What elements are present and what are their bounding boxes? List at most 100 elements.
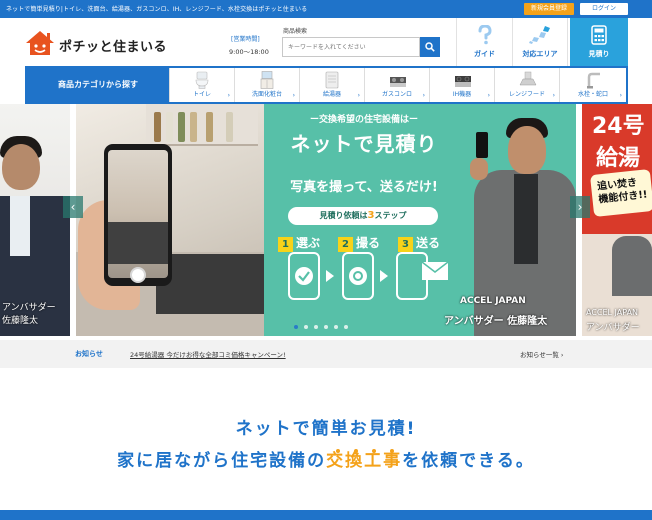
carousel-dot[interactable] [344,325,348,329]
gas-stove-icon [389,71,406,89]
category-bar-title: 商品カテゴリから探す [27,68,169,102]
arrow-right-icon [380,270,388,282]
slide-right-person [612,236,652,296]
smartphone [104,144,172,286]
envelope-icon [421,261,449,280]
category-label: トイレ [192,91,211,98]
news-bar: お知らせ 24号給湯器 今だけお得な全部コミ価格キャンペーン! お知らせ一覧 › [0,340,652,368]
category-gas-stove[interactable]: ガスコンロ › [364,68,429,102]
vanity-icon [259,71,275,89]
hero-carousel: アンバサダー 佐藤隆太 ー交換希望の住宅設備はー ネットで見積り 写真を撮って、… [0,104,652,340]
category-ih[interactable]: IH機器 › [429,68,494,102]
promo-slogan: 写真を撮って、送るだけ! [290,180,438,195]
arrow-right-icon [326,270,334,282]
bottle [226,112,233,142]
steps-pill: 見積り依頼は3ステップ [288,207,438,225]
bottle [166,112,173,142]
calculator-icon [591,25,607,49]
step-choose: 1 選ぶ [278,234,320,252]
slide-right-title: 24号 [592,114,645,139]
search-input[interactable] [282,37,420,57]
carousel-slide-next[interactable]: 24号 給湯 追い焚き 機能付き!! ACCEL JAPAN アンバサダー [582,104,652,336]
promo-subtitle: ー交換希望の住宅設備はー [309,115,418,125]
logo-text[interactable]: ポチッと住まいる [59,36,167,55]
bottle [190,112,197,142]
question-icon [476,24,494,49]
slide-right-badge: 追い焚き 機能付き!! [589,168,652,218]
phone-screen-stove [108,222,168,264]
chevron-right-icon: › [422,92,425,99]
phone-screen [108,150,168,278]
category-water-heater[interactable]: 給湯器 › [299,68,364,102]
chevron-right-icon: › [227,92,230,99]
headline-line-1: ネットで簡単お見積! [235,419,417,439]
carousel-dot[interactable] [304,325,308,329]
ambassador-hand [470,158,488,180]
kitchen-shelf [146,104,258,146]
carousel-slide-current[interactable]: ー交換希望の住宅設備はー ネットで見積り 写真を撮って、送るだけ! 見積り依頼は… [76,104,576,336]
kitchen-photo [76,104,264,336]
kitchen-stove [156,254,264,314]
nav-guide-label: ガイド [474,50,495,58]
nav-quote[interactable]: 見積り [570,18,628,66]
category-label: レンジフード [508,91,545,98]
phone-check-icon [288,252,320,300]
carousel-prev-button[interactable]: ‹ [63,196,83,218]
category-bar: 商品カテゴリから探す トイレ › 洗面化粧台 › 給湯器 › ガスコンロ › I… [25,66,628,104]
nav-area[interactable]: 対応エリア [512,18,568,66]
category-toilet[interactable]: トイレ › [169,68,234,102]
business-hours-value: 9:00～18:00 [229,48,269,56]
category-range-hood[interactable]: レンジフード › [494,68,559,102]
category-label: 水栓・蛇口 [577,91,608,98]
news-list-link[interactable]: お知らせ一覧 › [520,349,564,359]
ambassador-caption: アンバサダー 佐藤隆太 [444,316,548,327]
news-item-link[interactable]: 24号給湯器 今だけお得な全部コミ価格キャンペーン! [130,349,286,359]
register-button[interactable]: 新規会員登録 [524,3,574,15]
chevron-right-icon: › [487,92,490,99]
slide-right-title-2: 給湯 [596,146,641,171]
business-hours-label: [営業時間] [231,36,260,43]
carousel-dot[interactable] [294,325,298,329]
chevron-right-icon: › [619,92,622,99]
carousel-next-button[interactable]: › [570,196,590,218]
bottom-band [0,510,652,520]
logo-house-icon[interactable] [25,30,55,56]
water-heater-icon [324,71,340,89]
bottle [206,112,213,142]
site-tagline: ネットで簡単見積り|トイレ、洗面台、給湯器、ガスコンロ、IH、レンジフード、水栓… [6,6,308,13]
promo-panel: ー交換希望の住宅設備はー ネットで見積り 写真を撮って、送るだけ! 見積り依頼は… [264,104,576,336]
top-bar: ネットで簡単見積り|トイレ、洗面台、給湯器、ガスコンロ、IH、レンジフード、水栓… [0,0,652,18]
headline-highlight: 交換工事 [326,451,403,471]
range-hood-icon [519,71,537,89]
chevron-right-icon: › [357,92,360,99]
carousel-dots [294,314,364,329]
search-button[interactable] [420,37,440,57]
nav-quote-label: 見積り [588,50,610,58]
nav-area-label: 対応エリア [522,50,558,58]
carousel-dot[interactable] [334,325,338,329]
step-send: 3 送る [398,234,440,252]
phone-camera-icon [342,252,374,300]
nav-guide[interactable]: ガイド [456,18,512,66]
emphasis-dots [336,438,416,453]
login-button[interactable]: ログイン [580,3,628,15]
carousel-dot[interactable] [324,325,328,329]
category-vanity[interactable]: 洗面化粧台 › [234,68,299,102]
search-label: 商品検索 [283,28,308,35]
brand-caption: ACCEL JAPAN [460,296,526,306]
headline-line-2: 家に居ながら住宅設備の交換工事を依頼できる。 [117,451,535,471]
category-label: 給湯器 [322,91,341,98]
news-label: お知らせ [75,350,103,358]
search-icon [425,42,435,52]
category-label: ガスコンロ [381,91,412,98]
chevron-right-icon: › [552,92,555,99]
category-faucet[interactable]: 水栓・蛇口 › [559,68,626,102]
bottle [178,112,185,142]
ambassador-shirt [514,174,538,264]
carousel-slide-previous[interactable]: アンバサダー 佐藤隆太 [0,104,70,336]
chevron-right-icon: › [292,92,295,99]
slide-right-caption: アンバサダー [586,323,640,333]
bottle [154,112,161,142]
ambassador-phone [476,132,488,158]
carousel-dot[interactable] [314,325,318,329]
